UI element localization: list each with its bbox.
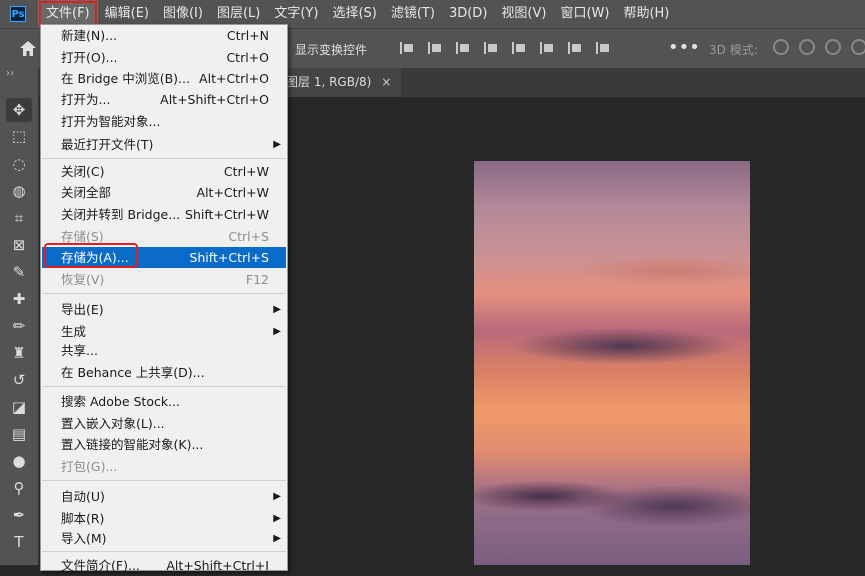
pen-tool-icon[interactable]: ✒ <box>9 505 29 525</box>
menu-help[interactable]: 帮助(H) <box>616 0 676 28</box>
menu-window[interactable]: 窗口(W) <box>553 0 616 28</box>
3d-roll-icon[interactable] <box>799 39 815 55</box>
menu-separator <box>42 386 286 387</box>
toolbox: ›› ✥ ⬚ ◌ ◍ ⌗ ⊠ ✎ ✚ ✏ ♜ ↺ ◪ ▤ ● ⚲ ✒ T <box>0 68 39 565</box>
menu-item-automate[interactable]: 自动(U) ▶ <box>42 486 286 507</box>
menu-view[interactable]: 视图(V) <box>494 0 553 28</box>
menu-item-import[interactable]: 导入(M) ▶ <box>42 528 286 549</box>
menu-item-package[interactable]: 打包(G)... <box>42 456 286 477</box>
document-tab[interactable]: 图层 1, RGB/8) × <box>286 68 402 97</box>
align-top-icon[interactable] <box>512 40 526 56</box>
menu-3d[interactable]: 3D(D) <box>442 0 494 28</box>
quick-select-tool-icon[interactable]: ◍ <box>9 181 29 201</box>
menu-item-generate[interactable]: 生成 ▶ <box>42 321 286 342</box>
lasso-tool-icon[interactable]: ◌ <box>9 154 29 174</box>
align-center-icon[interactable] <box>428 40 442 56</box>
menu-item-place-linked[interactable]: 置入链接的智能对象(K)... <box>42 434 286 455</box>
submenu-arrow-icon: ▶ <box>273 491 281 502</box>
3d-pan-icon[interactable] <box>825 39 841 55</box>
close-icon[interactable]: × <box>381 75 391 89</box>
3d-mode-label: 3D 模式: <box>709 43 758 57</box>
menu-item-open[interactable]: 打开(O)... Ctrl+O <box>42 47 286 68</box>
home-icon[interactable] <box>18 39 38 59</box>
menu-item-recent-files[interactable]: 最近打开文件(T) ▶ <box>42 134 286 155</box>
align-left-icon[interactable] <box>400 40 414 56</box>
align-tools <box>400 40 610 56</box>
3d-slide-icon[interactable] <box>851 39 865 55</box>
canvas-image <box>474 161 750 565</box>
submenu-arrow-icon: ▶ <box>273 139 281 150</box>
clone-stamp-tool-icon[interactable]: ♜ <box>9 343 29 363</box>
menu-filter[interactable]: 滤镜(T) <box>384 0 442 28</box>
blur-tool-icon[interactable]: ● <box>9 451 29 471</box>
menu-item-close-all[interactable]: 关闭全部 Alt+Ctrl+W <box>42 182 286 203</box>
annotation-highlight-box <box>44 243 138 268</box>
brush-tool-icon[interactable]: ✏ <box>9 316 29 336</box>
marquee-tool-icon[interactable]: ⬚ <box>9 126 29 146</box>
type-tool-icon[interactable]: T <box>9 532 29 552</box>
menu-item-file-info[interactable]: 文件简介(F)... Alt+Shift+Ctrl+I <box>42 555 286 576</box>
menu-item-open-smart-object[interactable]: 打开为智能对象... <box>42 111 286 132</box>
menu-item-browse-bridge[interactable]: 在 Bridge 中浏览(B)... Alt+Ctrl+O <box>42 68 286 89</box>
document-tab-title: 图层 1, RGB/8) <box>286 75 372 89</box>
3d-mode-tools <box>773 39 865 55</box>
more-options-icon[interactable]: ••• <box>668 37 700 58</box>
distribute-vertical-icon[interactable] <box>596 40 610 56</box>
submenu-arrow-icon: ▶ <box>273 533 281 544</box>
menu-item-search-adobe-stock[interactable]: 搜索 Adobe Stock... <box>42 391 286 412</box>
align-right-icon[interactable] <box>456 40 470 56</box>
move-tool-icon[interactable]: ✥ <box>6 98 32 122</box>
submenu-arrow-icon: ▶ <box>273 304 281 315</box>
menu-item-share-behance[interactable]: 在 Behance 上共享(D)... <box>42 362 286 383</box>
healing-brush-tool-icon[interactable]: ✚ <box>9 289 29 309</box>
gradient-tool-icon[interactable]: ▤ <box>9 424 29 444</box>
menu-separator <box>42 158 286 159</box>
3d-orbit-icon[interactable] <box>773 39 789 55</box>
history-brush-tool-icon[interactable]: ↺ <box>9 370 29 390</box>
frame-tool-icon[interactable]: ⊠ <box>9 235 29 255</box>
crop-tool-icon[interactable]: ⌗ <box>9 208 29 228</box>
menu-item-close[interactable]: 关闭(C) Ctrl+W <box>42 161 286 182</box>
menu-item-new[interactable]: 新建(N)... Ctrl+N <box>42 25 286 46</box>
menu-item-scripts[interactable]: 脚本(R) ▶ <box>42 508 286 529</box>
submenu-arrow-icon: ▶ <box>273 326 281 337</box>
show-transform-controls-label[interactable]: 显示变换控件 <box>295 41 367 58</box>
file-menu-dropdown: 新建(N)... Ctrl+N 打开(O)... Ctrl+O 在 Bridge 中… <box>40 24 288 573</box>
submenu-arrow-icon: ▶ <box>273 513 281 524</box>
menu-select[interactable]: 选择(S) <box>325 0 383 28</box>
dodge-tool-icon[interactable]: ⚲ <box>9 478 29 498</box>
menu-separator <box>42 551 286 552</box>
eraser-tool-icon[interactable]: ◪ <box>9 397 29 417</box>
menu-item-share[interactable]: 共享... <box>42 340 286 361</box>
menu-item-open-as[interactable]: 打开为... Alt+Shift+Ctrl+O <box>42 89 286 110</box>
align-bottom-icon[interactable] <box>568 40 582 56</box>
distribute-horizontal-icon[interactable] <box>484 40 498 56</box>
menu-item-revert[interactable]: 恢复(V) F12 <box>42 269 286 290</box>
align-middle-icon[interactable] <box>540 40 554 56</box>
menu-item-close-go-bridge[interactable]: 关闭并转到 Bridge... Shift+Ctrl+W <box>42 204 286 225</box>
eyedropper-tool-icon[interactable]: ✎ <box>9 262 29 282</box>
menu-separator <box>42 293 286 294</box>
menu-separator <box>42 480 286 481</box>
menu-item-place-embedded[interactable]: 置入嵌入对象(L)... <box>42 413 286 434</box>
toolbox-collapse-icon[interactable]: ›› <box>6 68 14 79</box>
photoshop-logo-icon: Ps <box>10 6 26 22</box>
menu-item-export[interactable]: 导出(E) ▶ <box>42 299 286 320</box>
